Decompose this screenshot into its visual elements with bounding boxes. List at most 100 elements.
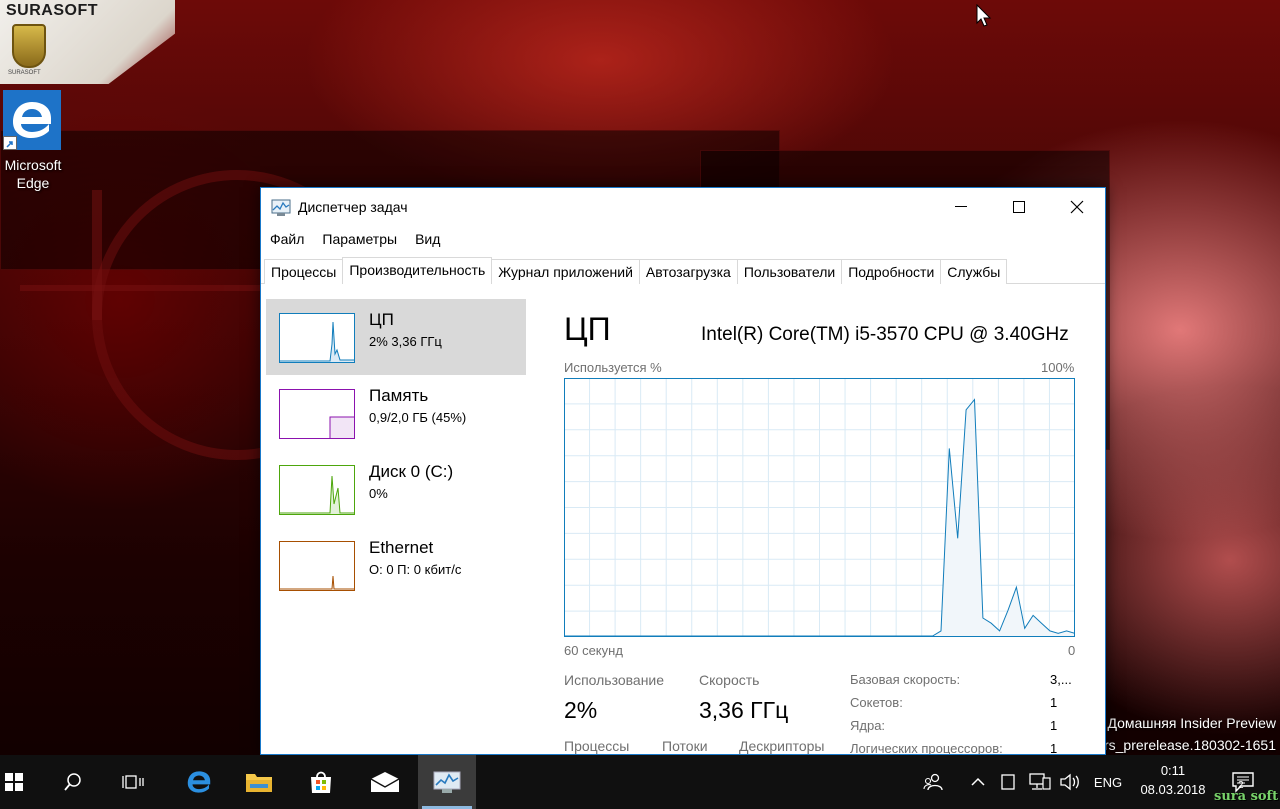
taskbar-task-manager-button[interactable] <box>418 755 476 809</box>
taskbar: ENG 0:11 08.03.2018 <box>0 755 1280 809</box>
resource-name: Диск 0 (C:) <box>369 462 454 481</box>
windows-logo-icon <box>5 773 23 791</box>
surasoft-logo: SURASOFT SURASOFT <box>0 0 180 84</box>
input-language-button[interactable]: ENG <box>1088 755 1128 809</box>
ethernet-thumbnail-graph <box>279 541 355 591</box>
threads-stat-label: Потоки <box>662 738 708 754</box>
resource-item-cpu[interactable]: ЦП 2% 3,36 ГГц <box>266 299 526 375</box>
resource-item-memory[interactable]: Память 0,9/2,0 ГБ (45%) <box>266 375 526 451</box>
graph-usage-label: Используется % <box>564 360 662 375</box>
task-manager-window[interactable]: Диспетчер задач Файл Параметры Вид Проце… <box>260 187 1106 755</box>
minimize-button[interactable] <box>932 188 990 226</box>
clock-time: 0:11 <box>1160 763 1186 778</box>
store-icon <box>311 771 331 793</box>
graph-zero-label: 0 <box>1068 643 1076 658</box>
show-hidden-icons-button[interactable] <box>966 755 990 809</box>
resource-item-ethernet[interactable]: Ethernet О: 0 П: 0 кбит/с <box>266 527 526 603</box>
spec-value-base-speed: 3,... <box>1050 672 1072 687</box>
chevron-up-icon <box>971 777 985 786</box>
spec-value-logical-processors: 1 <box>1050 741 1058 755</box>
network-button[interactable] <box>1026 755 1054 809</box>
taskbar-mail-button[interactable] <box>356 755 414 809</box>
cpu-usage-graph <box>564 378 1075 637</box>
handles-stat-label: Дескрипторы <box>739 738 825 754</box>
graph-max-label: 100% <box>1041 360 1075 375</box>
tab-performance[interactable]: Производительность <box>342 257 493 284</box>
menu-view[interactable]: Вид <box>406 228 449 250</box>
title-bar[interactable]: Диспетчер задач <box>261 188 1105 226</box>
spec-label-logical-processors: Логических процессоров: <box>850 741 1003 755</box>
people-icon <box>923 773 943 791</box>
tab-app-history[interactable]: Журнал приложений <box>491 259 640 284</box>
resource-item-disk[interactable]: Диск 0 (C:) 0% <box>266 451 526 527</box>
input-language-label: ENG <box>1093 774 1123 790</box>
search-icon <box>64 773 81 791</box>
mail-icon <box>370 772 400 792</box>
logo-subtext: SURASOFT <box>8 70 41 76</box>
taskbar-store-button[interactable] <box>292 755 350 809</box>
logo-text: SURASOFT <box>6 2 98 19</box>
task-view-button[interactable] <box>104 755 162 809</box>
resource-subtitle: 0,9/2,0 ГБ (45%) <box>369 410 467 425</box>
cpu-model-name: Intel(R) Core(TM) i5-3570 CPU @ 3.40GHz <box>701 324 1069 345</box>
spec-label-sockets: Сокетов: <box>850 695 903 710</box>
resource-list: ЦП 2% 3,36 ГГц Память 0,9/2,0 ГБ (45%) Д… <box>266 299 526 603</box>
processes-stat-label: Процессы <box>564 738 630 754</box>
task-manager-icon <box>271 199 291 222</box>
resource-name: ЦП <box>369 310 394 329</box>
taskbar-edge-button[interactable] <box>170 755 228 809</box>
tab-processes[interactable]: Процессы <box>264 259 344 284</box>
resource-subtitle: 0% <box>369 486 388 501</box>
menu-bar: Файл Параметры Вид <box>261 228 449 250</box>
window-title: Диспетчер задач <box>298 199 408 215</box>
tablet-icon <box>1001 774 1015 790</box>
shortcut-arrow-icon <box>3 136 17 150</box>
volume-button[interactable] <box>1056 755 1084 809</box>
desktop-icon-label: Microsoft Edge <box>4 157 62 191</box>
panel-title: ЦП <box>564 311 611 347</box>
taskbar-explorer-button[interactable] <box>230 755 288 809</box>
graph-time-label: 60 секунд <box>564 643 623 658</box>
tab-details[interactable]: Подробности <box>841 259 942 284</box>
mouse-pointer-icon <box>976 3 992 33</box>
resource-name: Память <box>369 386 429 405</box>
usage-stat-value: 2% <box>564 697 598 723</box>
resource-name: Ethernet <box>369 538 434 557</box>
spec-label-cores: Ядра: <box>850 718 886 733</box>
build-watermark: Домашняя Insider Preview rs_prerelease.1… <box>1103 715 1276 753</box>
maximize-button[interactable] <box>990 188 1048 226</box>
clock[interactable]: 0:11 08.03.2018 <box>1132 761 1214 799</box>
wallpaper-bar <box>20 285 270 291</box>
sura-soft-watermark: sura soft <box>1214 789 1279 804</box>
edge-icon <box>187 771 211 793</box>
resource-subtitle: О: 0 П: 0 кбит/с <box>369 562 462 577</box>
graph-grid <box>564 378 1075 637</box>
spec-value-cores: 1 <box>1050 718 1058 733</box>
clock-date: 08.03.2018 <box>1140 782 1206 797</box>
people-button[interactable] <box>918 755 948 809</box>
close-button[interactable] <box>1048 188 1105 226</box>
resource-subtitle: 2% 3,36 ГГц <box>369 334 442 349</box>
cpu-thumbnail-graph <box>279 313 355 363</box>
network-icon <box>1029 773 1051 790</box>
tab-users[interactable]: Пользователи <box>736 259 843 284</box>
spec-value-sockets: 1 <box>1050 695 1058 710</box>
wallpaper-bar <box>92 190 102 320</box>
menu-options[interactable]: Параметры <box>313 228 406 250</box>
folder-icon <box>246 774 272 792</box>
speed-stat-value: 3,36 ГГц <box>699 697 789 723</box>
tab-startup[interactable]: Автозагрузка <box>638 259 738 284</box>
task-manager-icon <box>433 771 461 793</box>
tray-device-button[interactable] <box>996 755 1020 809</box>
disk-thumbnail-graph <box>279 465 355 515</box>
speaker-icon <box>1060 773 1079 791</box>
search-button[interactable] <box>44 755 102 809</box>
menu-file[interactable]: Файл <box>261 228 313 250</box>
tab-services[interactable]: Службы <box>940 259 1008 284</box>
usage-stat-label: Использование <box>564 672 665 688</box>
start-button[interactable] <box>0 755 28 809</box>
desktop-icon-edge[interactable]: Microsoft Edge <box>0 90 66 200</box>
memory-thumbnail-graph <box>279 389 355 439</box>
spec-label-base-speed: Базовая скорость: <box>850 672 961 687</box>
tab-strip: Процессы Производительность Журнал прило… <box>261 257 1105 284</box>
